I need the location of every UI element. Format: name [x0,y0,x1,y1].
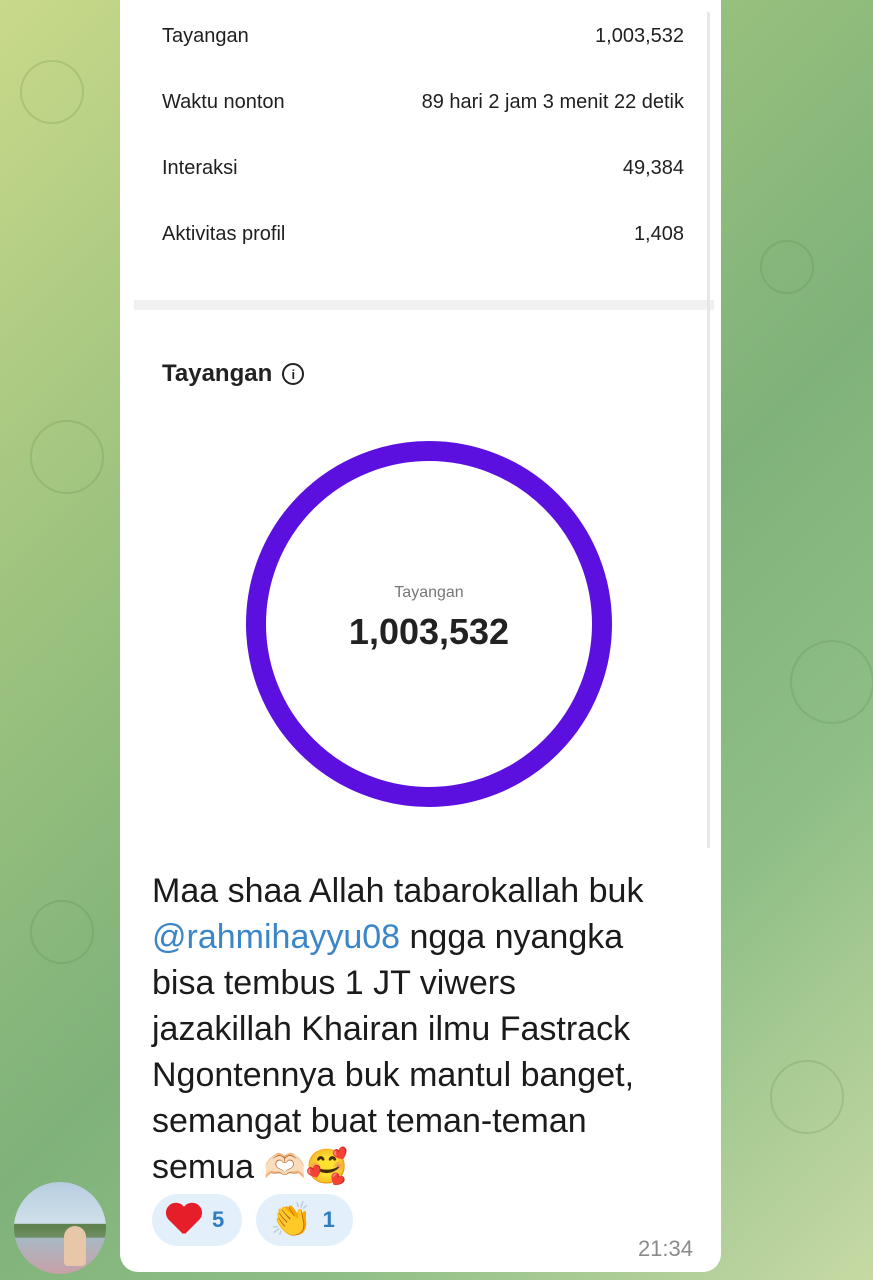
reactions-bar: 5 👏 1 [152,1194,353,1246]
stat-label: Aktivitas profil [162,222,286,245]
message-line: @rahmihayyu08 ngga nyangka [152,914,712,960]
views-section-title: Tayangan i [162,360,305,388]
message-line: Maa shaa Allah tabarokallah buk [152,872,644,910]
clapping-hands-icon: 👏 [270,1201,313,1239]
message-text: Maa shaa Allah tabarokallah buk @rahmiha… [152,868,712,1190]
attached-screenshot[interactable]: Tayangan 1,003,532 Waktu nonton 89 hari … [134,8,714,848]
heart-icon [166,1202,202,1238]
message-line: semangat buat teman-teman [152,1102,587,1140]
stat-value: 1,003,532 [595,24,684,47]
message-line-rest: ngga nyangka [400,918,624,956]
message-line: bisa tembus 1 JT viwers [152,964,517,1002]
user-mention-link[interactable]: @rahmihayyu08 [152,918,400,956]
background-doodle [20,60,84,124]
reaction-clap-button[interactable]: 👏 1 [256,1194,353,1246]
stat-value: 49,384 [622,156,684,179]
stat-row-profile-activity: Aktivitas profil 1,408 [162,219,684,249]
stat-value: 1,408 [633,222,684,245]
background-doodle [30,900,94,964]
scrollbar [707,8,710,848]
background-doodle [760,240,814,294]
message-line: jazakillah Khairan ilmu Fastrack [152,1010,631,1048]
message-timestamp: 21:34 [637,1236,693,1261]
message-line: Ngontennya buk mantul banget, [152,1056,635,1094]
stat-row-interactions: Interaksi 49,384 [162,153,684,183]
background-doodle [790,640,873,724]
stat-row-watch-time: Waktu nonton 89 hari 2 jam 3 menit 22 de… [162,87,684,117]
section-divider [134,300,714,310]
ring-value: 1,003,532 [348,611,510,652]
avatar-person [64,1226,86,1266]
reaction-count: 1 [322,1207,335,1232]
stat-label: Waktu nonton [162,90,285,113]
ring-label: Tayangan [394,584,464,601]
stat-value: 89 hari 2 jam 3 menit 22 detik [421,90,684,113]
message-bubble[interactable]: Tayangan 1,003,532 Waktu nonton 89 hari … [120,0,721,1272]
section-title-text: Tayangan [162,360,273,387]
background-doodle [30,420,104,494]
stat-label: Interaksi [162,156,238,179]
stat-row-views: Tayangan 1,003,532 [162,21,684,51]
views-ring: Tayangan 1,003,532 [246,441,612,807]
message-line: semua 🫶🏻🥰 [152,1148,349,1186]
avatar[interactable] [14,1182,106,1274]
info-icon[interactable]: i [282,363,305,385]
reaction-heart-button[interactable]: 5 [152,1194,243,1246]
reaction-count: 5 [212,1207,225,1232]
stat-label: Tayangan [162,24,249,47]
background-doodle [770,1060,844,1134]
